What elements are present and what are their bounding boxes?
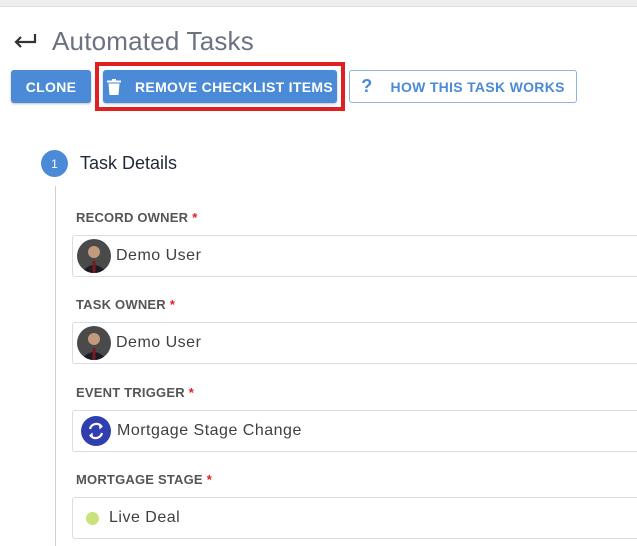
event-trigger-label: EVENT TRIGGER * <box>76 385 194 400</box>
step-connector-line <box>55 186 56 546</box>
record-owner-label: RECORD OWNER * <box>76 210 197 225</box>
required-marker: * <box>192 210 198 225</box>
sync-icon <box>81 416 111 446</box>
task-owner-field[interactable]: Demo User <box>72 322 637 364</box>
how-this-task-works-label: HOW THIS TASK WORKS <box>390 78 565 95</box>
remove-checklist-items-label: REMOVE CHECKLIST ITEMS <box>135 78 333 95</box>
return-arrow-icon[interactable] <box>12 31 38 51</box>
event-trigger-field[interactable]: Mortgage Stage Change <box>72 410 637 452</box>
step-title: Task Details <box>80 153 178 173</box>
record-owner-field[interactable]: Demo User <box>72 235 637 277</box>
mortgage-stage-label: MORTGAGE STAGE * <box>76 472 212 487</box>
mortgage-stage-value: Live Deal <box>109 509 181 526</box>
required-marker: * <box>169 297 176 312</box>
clone-button[interactable]: CLONE <box>11 70 91 103</box>
page-title: Automated Tasks <box>52 25 254 56</box>
how-this-task-works-button[interactable]: ? HOW THIS TASK WORKS <box>349 70 577 103</box>
task-owner-label-text: TASK OWNER <box>76 297 166 312</box>
remove-checklist-items-button[interactable]: REMOVE CHECKLIST ITEMS <box>103 70 337 103</box>
question-icon: ? <box>361 76 373 96</box>
event-trigger-label-text: EVENT TRIGGER <box>76 385 185 400</box>
avatar <box>77 326 111 360</box>
task-owner-label: TASK OWNER * <box>76 297 175 312</box>
record-owner-value: Demo User <box>116 247 202 264</box>
task-owner-value: Demo User <box>116 334 202 351</box>
stage-status-dot <box>86 511 99 525</box>
avatar <box>77 239 111 273</box>
page-header: Automated Tasks <box>12 24 254 58</box>
required-marker: * <box>206 472 213 487</box>
record-owner-label-text: RECORD OWNER <box>76 210 189 225</box>
clone-button-label: CLONE <box>25 78 77 95</box>
required-marker: * <box>188 385 195 400</box>
top-bar <box>0 0 637 7</box>
event-trigger-value: Mortgage Stage Change <box>117 422 302 439</box>
mortgage-stage-field[interactable]: Live Deal <box>72 497 637 539</box>
trash-icon <box>107 78 122 95</box>
mortgage-stage-label-text: MORTGAGE STAGE <box>76 472 203 487</box>
step-number-badge: 1 <box>41 150 68 177</box>
